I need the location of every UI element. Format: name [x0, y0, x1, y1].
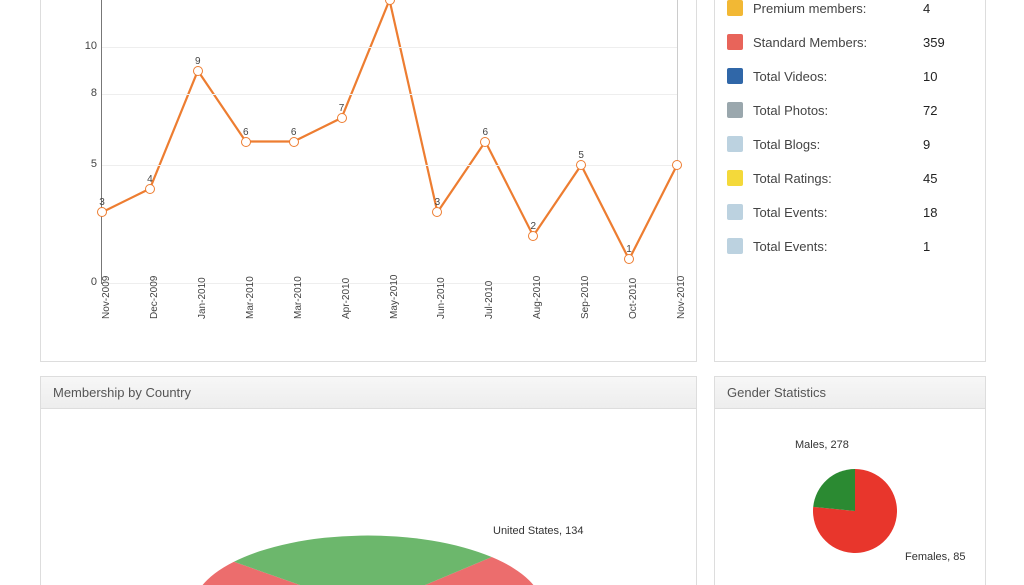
- stat-value: 10: [923, 69, 973, 84]
- line-chart-point: [432, 207, 442, 217]
- stat-icon: [727, 0, 743, 16]
- line-chart-point: [289, 137, 299, 147]
- line-chart-point-label: 3: [435, 197, 441, 208]
- stat-label: Total Ratings:: [753, 171, 923, 186]
- line-chart-point: [528, 231, 538, 241]
- y-tick-label: 10: [59, 40, 97, 52]
- x-tick-label: Aug-2010: [532, 259, 543, 319]
- line-chart-point-label: 6: [243, 127, 249, 138]
- stat-row: Total Videos:10: [727, 59, 973, 93]
- x-tick-label: Oct-2010: [628, 259, 639, 319]
- stat-value: 72: [923, 103, 973, 118]
- line-chart-point-label: 2: [530, 221, 536, 232]
- line-chart-point-label: 3: [99, 197, 105, 208]
- x-tick-label: Mar-2010: [293, 259, 304, 319]
- country-label-us: United States, 134: [493, 525, 584, 537]
- line-chart-point: [145, 184, 155, 194]
- x-tick-label: Jul-2010: [484, 259, 495, 319]
- x-tick-label: Apr-2010: [341, 259, 352, 319]
- stat-label: Total Videos:: [753, 69, 923, 84]
- stat-icon: [727, 170, 743, 186]
- line-chart-point: [337, 113, 347, 123]
- x-tick-label: May-2010: [389, 259, 400, 319]
- stat-row: Total Events:1: [727, 229, 973, 263]
- x-tick-label: Sep-2010: [580, 259, 591, 319]
- stat-label: Total Events:: [753, 205, 923, 220]
- line-chart-point-label: 4: [147, 174, 153, 185]
- line-chart-point-label: 5: [578, 150, 584, 161]
- stat-icon: [727, 34, 743, 50]
- stat-value: 18: [923, 205, 973, 220]
- stat-value: 1: [923, 239, 973, 254]
- gender-label-females: Females, 85: [905, 551, 966, 563]
- line-chart-point: [193, 66, 203, 76]
- stat-label: Total Blogs:: [753, 137, 923, 152]
- line-chart-point: [576, 160, 586, 170]
- line-chart-point: [241, 137, 251, 147]
- x-tick-label: Jun-2010: [436, 259, 447, 319]
- stat-label: Total Events:: [753, 239, 923, 254]
- x-tick-label: Mar-2010: [245, 259, 256, 319]
- stat-icon: [727, 102, 743, 118]
- stat-icon: [727, 204, 743, 220]
- gender-panel-title: Gender Statistics: [715, 377, 985, 409]
- country-panel: Membership by Country United States, 134: [40, 376, 697, 585]
- line-chart-point-label: 6: [291, 127, 297, 138]
- line-chart-point: [97, 207, 107, 217]
- line-chart-point-label: 7: [339, 103, 345, 114]
- stat-value: 9: [923, 137, 973, 152]
- line-chart-point: [480, 137, 490, 147]
- country-pie: United States, 134: [41, 449, 696, 585]
- gender-pie: Males, 278 Females, 85: [735, 439, 965, 579]
- gender-label-males: Males, 278: [795, 439, 849, 451]
- country-panel-title: Membership by Country: [41, 377, 696, 409]
- line-chart-point-label: 1: [626, 244, 632, 255]
- line-chart-point-label: 6: [483, 127, 489, 138]
- y-tick-label: 8: [59, 87, 97, 99]
- stat-value: 4: [923, 1, 973, 16]
- stats-list: Premium members:4Standard Members:359Tot…: [715, 0, 985, 263]
- x-tick-label: Nov-2009: [101, 259, 112, 319]
- stat-value: 359: [923, 35, 973, 50]
- line-chart-panel: 05810 3496671236251 Nov-2009Dec-2009Jan-…: [40, 0, 697, 362]
- stat-value: 45: [923, 171, 973, 186]
- x-tick-label: Nov-2010: [676, 259, 687, 319]
- stat-row: Standard Members:359: [727, 25, 973, 59]
- stat-icon: [727, 136, 743, 152]
- line-chart-point-label: 9: [195, 56, 201, 67]
- stat-row: Total Ratings:45: [727, 161, 973, 195]
- stat-label: Standard Members:: [753, 35, 923, 50]
- x-tick-label: Dec-2009: [149, 259, 160, 319]
- line-chart-svg: [102, 0, 677, 283]
- stat-row: Total Photos:72: [727, 93, 973, 127]
- stat-row: Premium members:4: [727, 0, 973, 25]
- stat-label: Total Photos:: [753, 103, 923, 118]
- country-pie-svg: [41, 449, 696, 585]
- gender-panel: Gender Statistics Males, 278 Females, 85: [714, 376, 986, 585]
- stat-icon: [727, 238, 743, 254]
- y-tick-label: 0: [59, 276, 97, 288]
- stats-panel: Premium members:4Standard Members:359Tot…: [714, 0, 986, 362]
- line-chart: 05810 3496671236251 Nov-2009Dec-2009Jan-…: [59, 0, 678, 349]
- stat-row: Total Events:18: [727, 195, 973, 229]
- line-chart-point: [672, 160, 682, 170]
- stat-row: Total Blogs:9: [727, 127, 973, 161]
- stat-icon: [727, 68, 743, 84]
- y-tick-label: 5: [59, 158, 97, 170]
- stat-label: Premium members:: [753, 1, 923, 16]
- line-chart-plot: 3496671236251: [101, 0, 678, 284]
- x-tick-label: Jan-2010: [197, 259, 208, 319]
